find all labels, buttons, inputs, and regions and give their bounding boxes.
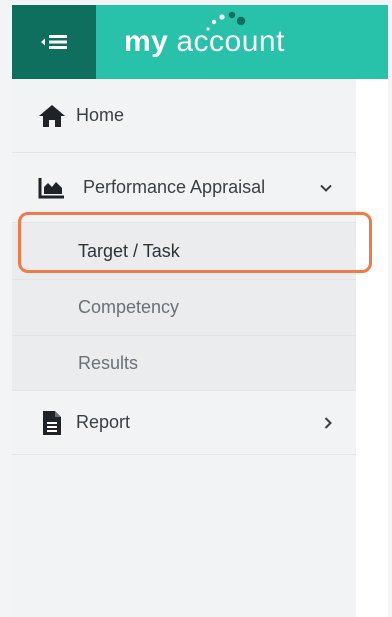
sidebar-subitem-competency[interactable]: Competency xyxy=(12,280,356,336)
document-icon xyxy=(43,410,61,435)
content-area xyxy=(356,79,388,617)
area-chart-icon xyxy=(38,177,64,198)
sidebar-subitem-results[interactable]: Results xyxy=(12,336,356,391)
sidebar-item-performance-appraisal[interactable]: Performance Appraisal xyxy=(12,153,356,223)
sidebar-item-performance-appraisal-label: Performance Appraisal xyxy=(83,177,266,197)
sidebar-item-home[interactable]: Home xyxy=(12,79,356,153)
brand-text-my: my xyxy=(124,25,169,58)
home-icon xyxy=(39,104,65,127)
sidebar-item-report[interactable]: Report xyxy=(12,391,356,455)
sidebar-subitem-results-label: Results xyxy=(78,352,139,373)
sidebar-subitem-competency-label: Competency xyxy=(78,297,180,317)
logo-dots-icon xyxy=(206,11,246,31)
sidebar-toggle-button[interactable] xyxy=(12,5,96,79)
sidebar-item-report-label: Report xyxy=(76,412,131,432)
app-header: my account xyxy=(12,5,388,79)
menu-collapse-icon xyxy=(41,35,67,49)
app-frame: my account Home Performance Appraisal Ta… xyxy=(12,5,388,617)
chevron-right-icon xyxy=(324,416,332,429)
sidebar-subitem-target-task[interactable]: Target / Task xyxy=(12,223,356,280)
brand-logo[interactable]: my account xyxy=(124,11,285,59)
brand-area: my account xyxy=(96,5,388,79)
sidebar-subitem-target-task-label: Target / Task xyxy=(78,240,180,261)
chevron-down-icon xyxy=(320,184,332,192)
sidebar-nav: Home Performance Appraisal Target / Task… xyxy=(12,79,357,617)
sidebar-item-home-label: Home xyxy=(76,105,125,125)
